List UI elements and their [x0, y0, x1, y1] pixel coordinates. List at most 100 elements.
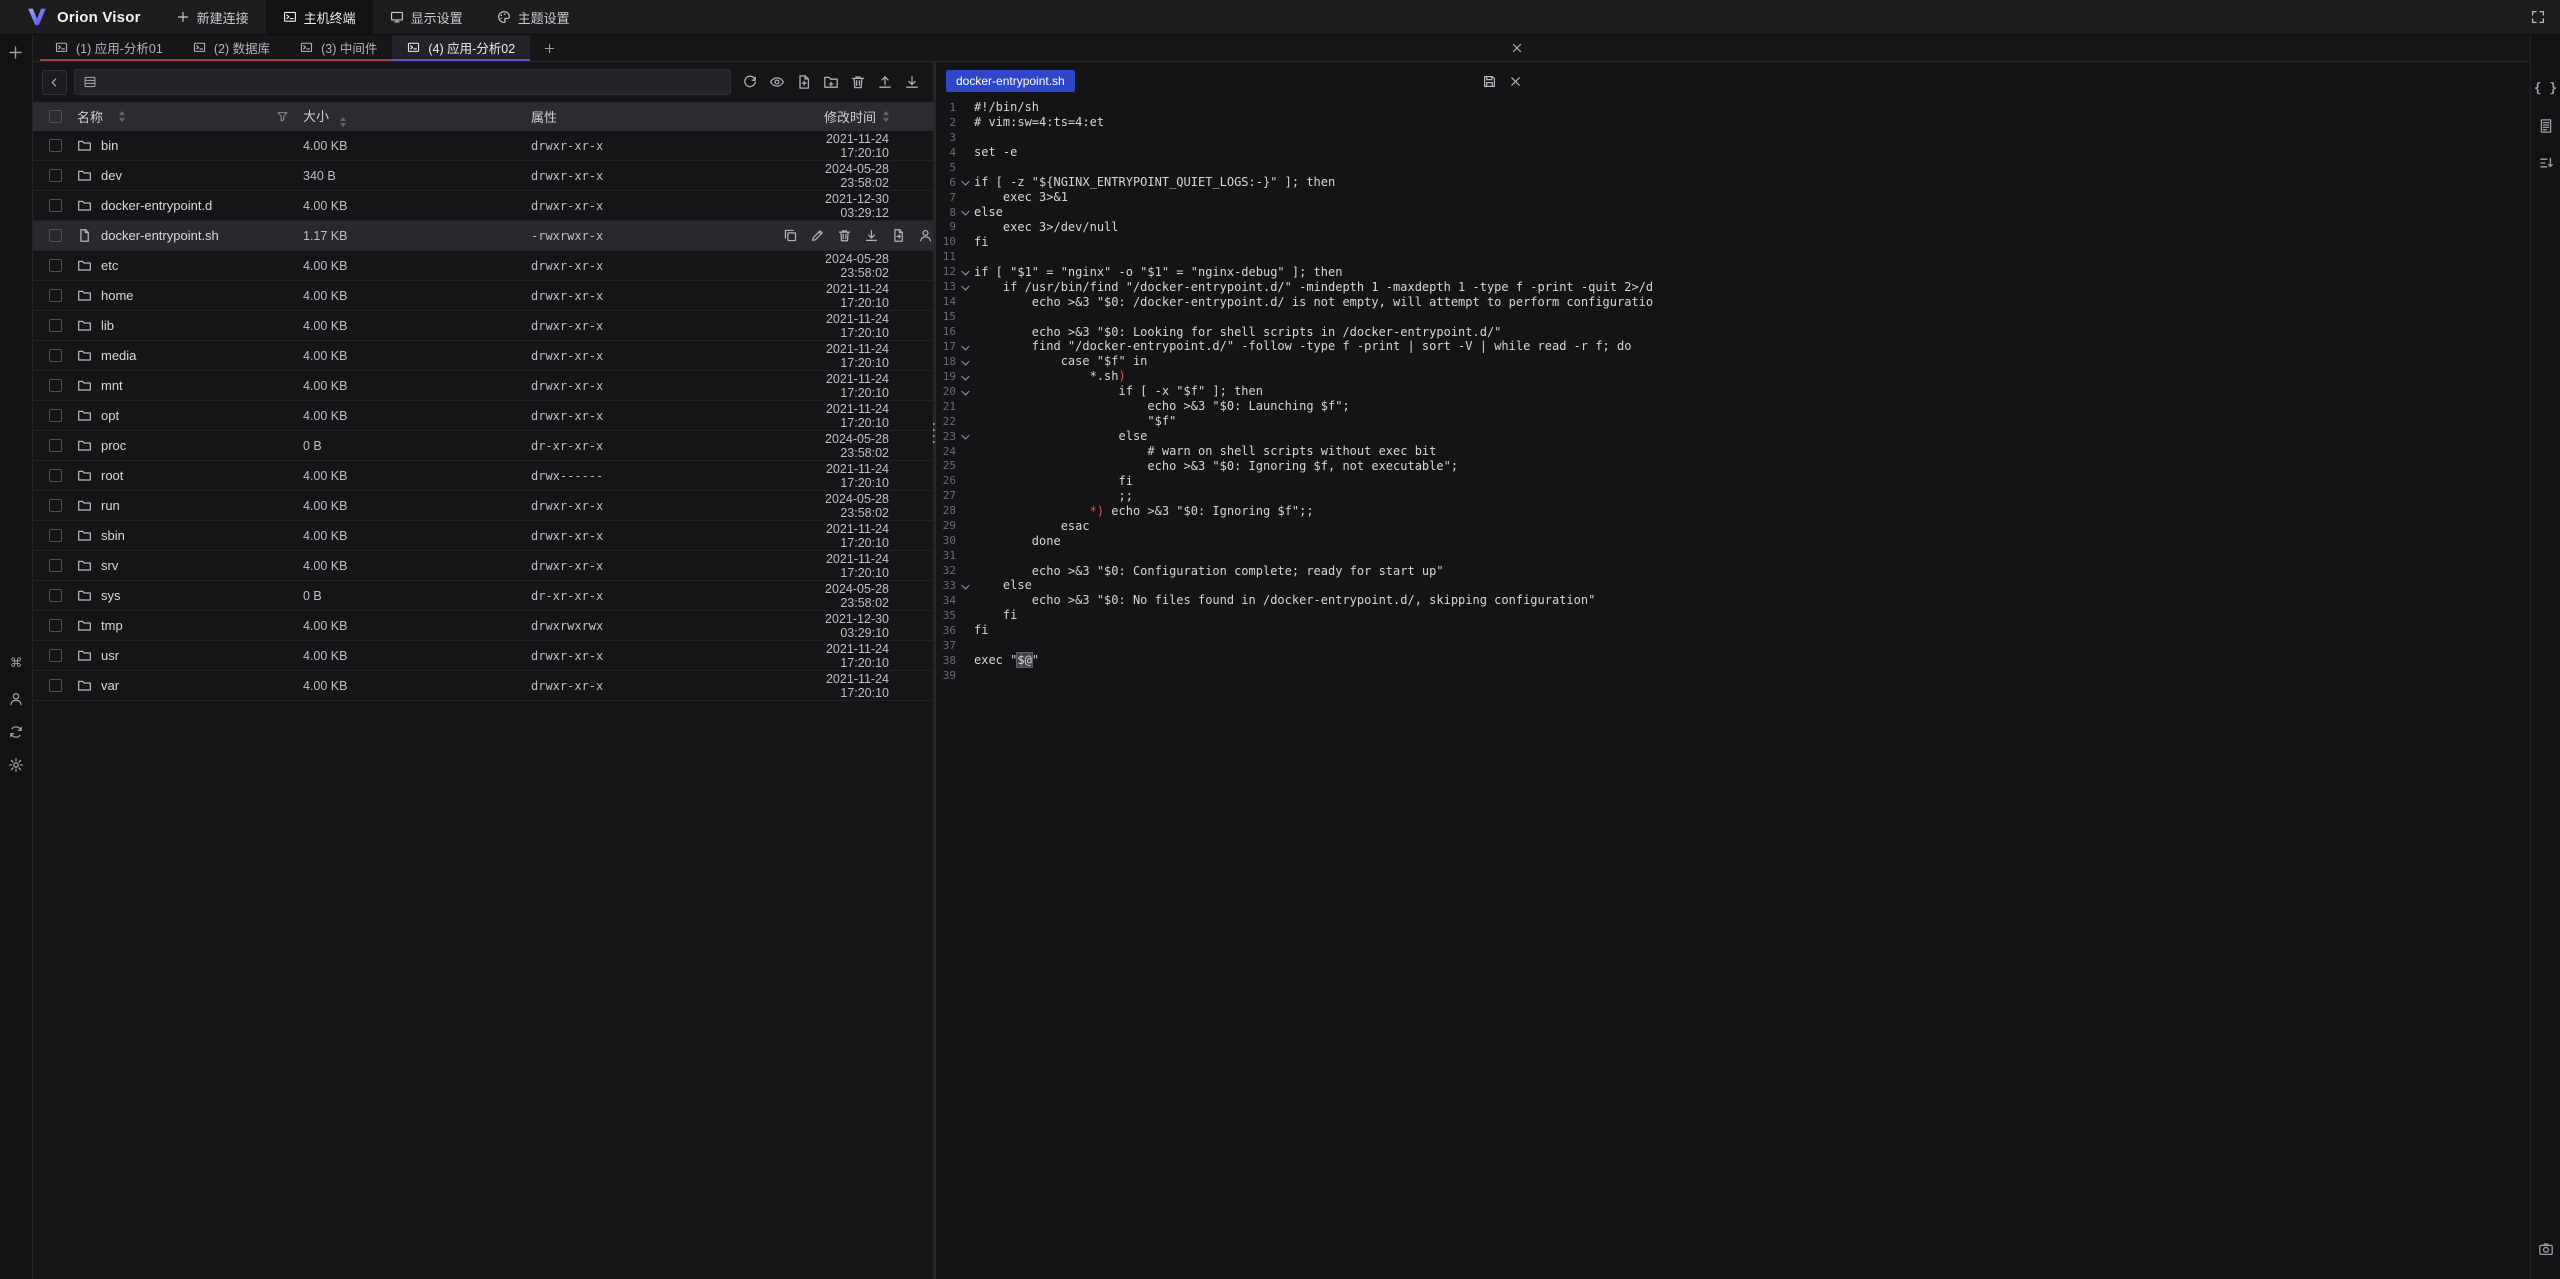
new-file-icon[interactable] — [795, 73, 813, 91]
file-row[interactable]: docker-entrypoint.d4.00 KBdrwxr-xr-x2021… — [33, 191, 933, 221]
file-name[interactable]: root — [101, 468, 123, 483]
file-name[interactable]: dev — [101, 168, 122, 183]
row-checkbox[interactable] — [49, 409, 62, 422]
file-name[interactable]: home — [101, 288, 134, 303]
delete-icon[interactable] — [837, 228, 852, 243]
terminal-tab[interactable]: (4) 应用-分析02 — [392, 35, 530, 61]
goto-line-icon[interactable] — [2538, 155, 2554, 171]
file-row[interactable]: tmp4.00 KBdrwxrwxrwx2021-12-30 03:29:10 — [33, 611, 933, 641]
col-modified-label[interactable]: 修改时间 — [824, 107, 876, 126]
file-row[interactable]: opt4.00 KBdrwxr-xr-x2021-11-24 17:20:10 — [33, 401, 933, 431]
new-folder-icon[interactable] — [822, 73, 840, 91]
file-name[interactable]: docker-entrypoint.d — [101, 198, 212, 213]
sort-modified-icon[interactable] — [883, 111, 889, 122]
file-row[interactable]: media4.00 KBdrwxr-xr-x2021-11-24 17:20:1… — [33, 341, 933, 371]
fold-chevron-icon[interactable] — [956, 179, 974, 185]
preview-icon[interactable] — [768, 73, 786, 91]
fold-chevron-icon[interactable] — [956, 374, 974, 380]
move-icon[interactable] — [891, 228, 906, 243]
menu-item[interactable]: 显示设置 — [373, 0, 480, 34]
outline-icon[interactable] — [2538, 118, 2554, 134]
download-icon[interactable] — [864, 228, 879, 243]
row-checkbox[interactable] — [49, 649, 62, 662]
file-name[interactable]: run — [101, 498, 120, 513]
settings-icon[interactable] — [8, 757, 24, 773]
row-checkbox[interactable] — [49, 229, 62, 242]
row-checkbox[interactable] — [49, 349, 62, 362]
file-name[interactable]: etc — [101, 258, 118, 273]
menu-item[interactable]: 主机终端 — [266, 0, 373, 34]
new-connection-button[interactable] — [7, 44, 25, 61]
row-checkbox[interactable] — [49, 499, 62, 512]
file-row[interactable]: mnt4.00 KBdrwxr-xr-x2021-11-24 17:20:10 — [33, 371, 933, 401]
upload-icon[interactable] — [876, 73, 894, 91]
editor-file-chip[interactable]: docker-entrypoint.sh — [946, 70, 1075, 92]
new-tab-button[interactable] — [543, 42, 556, 55]
row-checkbox[interactable] — [49, 589, 62, 602]
row-checkbox[interactable] — [49, 439, 62, 452]
file-name[interactable]: var — [101, 678, 119, 693]
file-row[interactable]: lib4.00 KBdrwxr-xr-x2021-11-24 17:20:10 — [33, 311, 933, 341]
fold-chevron-icon[interactable] — [956, 389, 974, 395]
file-name[interactable]: opt — [101, 408, 119, 423]
fold-chevron-icon[interactable] — [956, 209, 974, 215]
file-name[interactable]: mnt — [101, 378, 123, 393]
code-area[interactable]: 1#!/bin/sh2# vim:sw=4:ts=4:et34set -e56i… — [936, 100, 2530, 1279]
file-name[interactable]: bin — [101, 138, 118, 153]
fold-chevron-icon[interactable] — [956, 284, 974, 290]
sort-name-icon[interactable] — [119, 111, 125, 122]
row-checkbox[interactable] — [49, 259, 62, 272]
braces-icon[interactable]: { } — [2534, 79, 2557, 97]
row-checkbox[interactable] — [49, 289, 62, 302]
fold-chevron-icon[interactable] — [956, 583, 974, 589]
row-checkbox[interactable] — [49, 529, 62, 542]
file-name[interactable]: media — [101, 348, 136, 363]
file-row[interactable]: docker-entrypoint.sh1.17 KB-rwxrwxr-x — [33, 221, 933, 251]
file-name[interactable]: usr — [101, 648, 119, 663]
fold-chevron-icon[interactable] — [956, 359, 974, 365]
sort-size-icon[interactable] — [340, 117, 346, 128]
col-size-label[interactable]: 大小 — [303, 109, 329, 124]
file-name[interactable]: proc — [101, 438, 126, 453]
row-checkbox[interactable] — [49, 169, 62, 182]
refresh-icon[interactable] — [741, 73, 759, 91]
copy-icon[interactable] — [783, 228, 798, 243]
file-row[interactable]: root4.00 KBdrwx------2021-11-24 17:20:10 — [33, 461, 933, 491]
row-checkbox[interactable] — [49, 199, 62, 212]
col-name-label[interactable]: 名称 — [77, 107, 103, 126]
back-button[interactable] — [42, 70, 67, 95]
file-row[interactable]: sbin4.00 KBdrwxr-xr-x2021-11-24 17:20:10 — [33, 521, 933, 551]
file-row[interactable]: srv4.00 KBdrwxr-xr-x2021-11-24 17:20:10 — [33, 551, 933, 581]
file-row[interactable]: usr4.00 KBdrwxr-xr-x2021-11-24 17:20:10 — [33, 641, 933, 671]
file-row[interactable]: proc0 Bdr-xr-xr-x2024-05-28 23:58:02 — [33, 431, 933, 461]
file-name[interactable]: lib — [101, 318, 114, 333]
menu-item[interactable]: 主题设置 — [480, 0, 587, 34]
file-row[interactable]: etc4.00 KBdrwxr-xr-x2024-05-28 23:58:02 — [33, 251, 933, 281]
tabbar-close-icon[interactable] — [1510, 41, 1524, 55]
download-icon[interactable] — [903, 73, 921, 91]
file-name[interactable]: srv — [101, 558, 118, 573]
file-name[interactable]: sys — [101, 588, 121, 603]
row-checkbox[interactable] — [49, 319, 62, 332]
file-row[interactable]: dev340 Bdrwxr-xr-x2024-05-28 23:58:02 — [33, 161, 933, 191]
terminal-tab[interactable]: (2) 数据库 — [178, 35, 285, 61]
fullscreen-icon[interactable] — [2530, 9, 2546, 25]
row-checkbox[interactable] — [49, 139, 62, 152]
edit-icon[interactable] — [810, 228, 825, 243]
row-checkbox[interactable] — [49, 619, 62, 632]
delete-icon[interactable] — [849, 73, 867, 91]
file-name[interactable]: docker-entrypoint.sh — [101, 228, 219, 243]
file-row[interactable]: sys0 Bdr-xr-xr-x2024-05-28 23:58:02 — [33, 581, 933, 611]
file-name[interactable]: tmp — [101, 618, 123, 633]
row-checkbox[interactable] — [49, 559, 62, 572]
save-icon[interactable] — [1482, 74, 1497, 89]
sync-icon[interactable] — [8, 724, 24, 740]
menu-item[interactable]: 新建连接 — [159, 0, 266, 34]
row-checkbox[interactable] — [49, 469, 62, 482]
row-checkbox[interactable] — [49, 379, 62, 392]
filter-icon[interactable] — [276, 110, 289, 123]
row-checkbox[interactable] — [49, 679, 62, 692]
file-row[interactable]: bin4.00 KBdrwxr-xr-x2021-11-24 17:20:10 — [33, 131, 933, 161]
terminal-tab[interactable]: (1) 应用-分析01 — [40, 35, 178, 61]
select-all-checkbox[interactable] — [49, 110, 62, 123]
